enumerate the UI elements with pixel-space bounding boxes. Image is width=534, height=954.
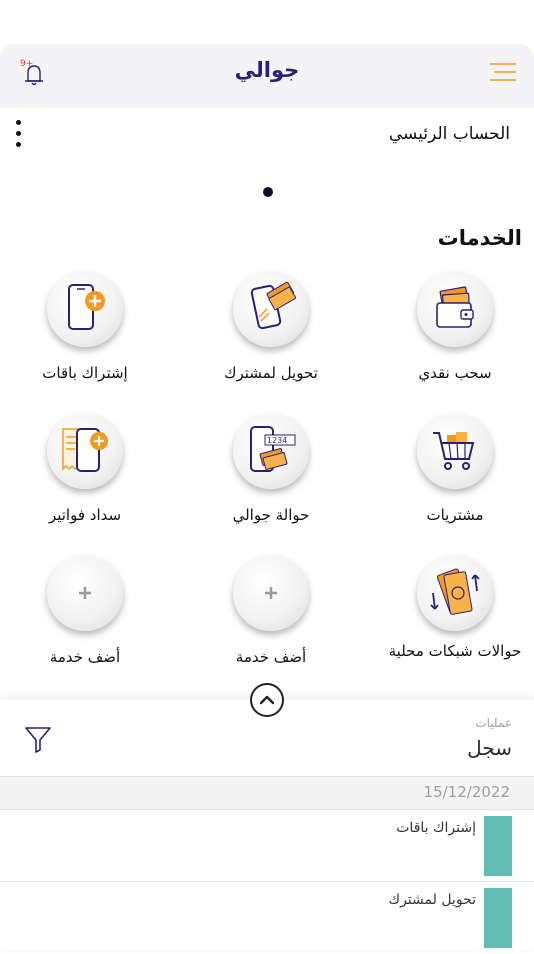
transactions-caption: عمليات [475, 716, 512, 730]
service-label: أضف خدمة [235, 648, 307, 666]
local-networks-transfer-icon [417, 555, 493, 631]
service-jawali-remittance[interactable]: 1234 حوالة جوالي [186, 413, 356, 543]
svg-text:1234: 1234 [267, 436, 287, 445]
service-label: حوالات شبكات محلية [388, 642, 522, 660]
transaction-row[interactable]: إشتراك باقات [0, 810, 534, 882]
shopping-cart-icon [417, 413, 493, 489]
transaction-status-bar [484, 888, 512, 948]
service-bill-payment[interactable]: سداد فواتير [0, 413, 170, 543]
service-purchases[interactable]: مشتريات [370, 413, 534, 543]
date-label: 15/12/2022 [423, 783, 510, 801]
cash-wallet-icon [417, 271, 493, 347]
service-label: أضف خدمة [49, 648, 121, 666]
services-title: الخدمات [437, 226, 522, 250]
plus-icon [233, 555, 309, 631]
phone-add-package-icon [47, 271, 123, 347]
transaction-row[interactable]: تحويل لمشترك [0, 882, 534, 954]
service-label: مشتريات [426, 506, 484, 524]
account-title: الحساب الرئيسي [388, 124, 510, 144]
service-transfer-to-subscriber[interactable]: تحويل لمشترك [186, 271, 356, 401]
service-local-networks-transfer[interactable]: حوالات شبكات محلية [370, 555, 534, 685]
transaction-label: إشتراك باقات [396, 820, 476, 836]
transaction-label: تحويل لمشترك [388, 892, 476, 908]
transaction-status-bar [484, 816, 512, 876]
bill-payment-icon [47, 413, 123, 489]
service-cash-withdrawal[interactable]: سحب نقدي [370, 271, 534, 401]
kebab-menu-icon[interactable] [11, 120, 25, 156]
service-label: إشتراك باقات [42, 364, 128, 382]
service-label: تحويل لمشترك [224, 364, 318, 382]
service-add-slot[interactable]: أضف خدمة [0, 555, 170, 685]
phone-money-transfer-icon [233, 271, 309, 347]
phone-remittance-icon: 1234 [233, 413, 309, 489]
service-label: سحب نقدي [418, 364, 492, 382]
plus-icon [47, 555, 123, 631]
notification-badge: 9+ [20, 59, 33, 69]
service-label: حوالة جوالي [232, 506, 310, 524]
transactions-title: سجل [467, 736, 512, 760]
bell-icon[interactable]: 9+ [20, 58, 48, 88]
service-add-slot[interactable]: أضف خدمة [186, 555, 356, 685]
pager-dot [263, 187, 273, 197]
chevron-up-icon[interactable] [250, 683, 284, 717]
app-title: جوالي [234, 58, 300, 82]
filter-icon[interactable] [24, 724, 52, 754]
service-package-subscription[interactable]: إشتراك باقات [0, 271, 170, 401]
service-label: سداد فواتير [48, 506, 122, 524]
